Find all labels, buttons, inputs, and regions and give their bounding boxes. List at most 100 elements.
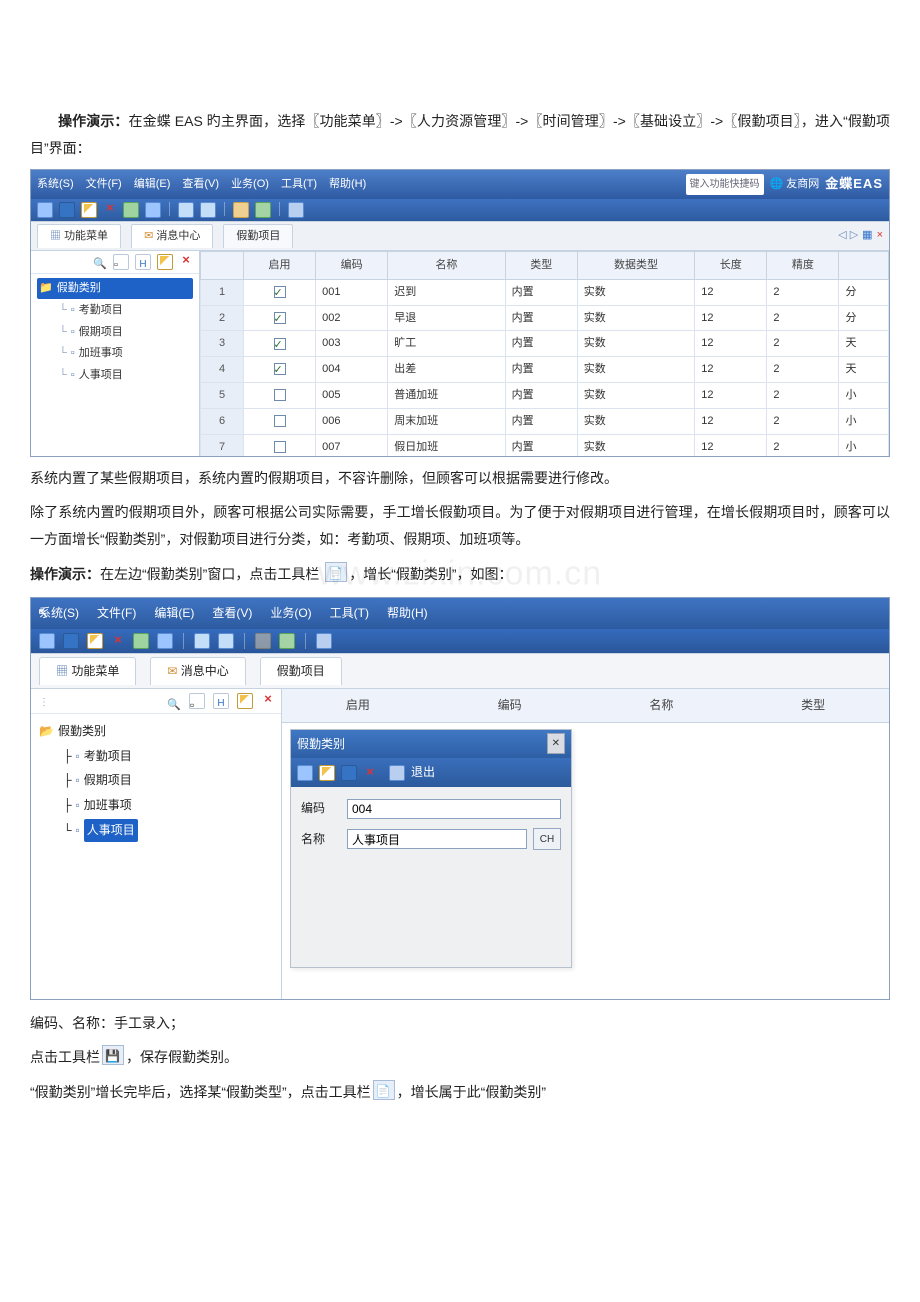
close-icon[interactable]: ✕ bbox=[547, 733, 565, 754]
table-row[interactable]: 4004出差内置实数122天 bbox=[201, 357, 889, 383]
table-row[interactable]: 6006周末加班内置实数122小 bbox=[201, 409, 889, 435]
dlg-exit-icon[interactable] bbox=[389, 765, 405, 781]
enable-checkbox[interactable] bbox=[274, 363, 286, 375]
table-row[interactable]: 5005普通加班内置实数122小 bbox=[201, 383, 889, 409]
tb2-a[interactable] bbox=[157, 633, 173, 649]
t2-h[interactable]: H bbox=[213, 693, 229, 709]
tab-func[interactable]: ▦ 功能菜单 bbox=[37, 224, 121, 248]
rcol-3[interactable]: 类型 bbox=[737, 694, 889, 717]
menu-help[interactable]: 帮助(H) bbox=[329, 174, 366, 195]
dlg-exit-label[interactable]: 退出 bbox=[411, 761, 435, 784]
col-2[interactable]: 名称 bbox=[388, 251, 505, 279]
tree-item-0[interactable]: └▫考勤项目 bbox=[37, 300, 193, 321]
name-field[interactable] bbox=[347, 829, 527, 849]
btn-b[interactable] bbox=[178, 202, 194, 218]
tab2-func[interactable]: ▦ 功能菜单 bbox=[39, 657, 136, 685]
refresh-icon[interactable] bbox=[123, 202, 139, 218]
tb2-b[interactable] bbox=[194, 633, 210, 649]
tree-new[interactable]: ▫ bbox=[113, 254, 129, 270]
search-icon[interactable] bbox=[93, 254, 107, 268]
rcol-0[interactable]: 启用 bbox=[282, 694, 434, 717]
portal-icon[interactable]: 🌐 友商网 bbox=[770, 174, 820, 195]
menu-system[interactable]: 系统(S) bbox=[37, 174, 74, 195]
delete-icon[interactable]: × bbox=[103, 202, 117, 216]
tb2-del[interactable]: × bbox=[111, 634, 125, 648]
tb2-d[interactable] bbox=[255, 633, 271, 649]
tb2-edit[interactable] bbox=[87, 633, 103, 649]
tb2-c[interactable] bbox=[218, 633, 234, 649]
m2-1[interactable]: 文件(F) bbox=[97, 602, 136, 625]
col-6[interactable]: 精度 bbox=[767, 251, 839, 279]
col-3[interactable]: 类型 bbox=[505, 251, 577, 279]
tree-root[interactable]: 📁假勤类别 bbox=[37, 278, 193, 299]
tb2-e[interactable] bbox=[279, 633, 295, 649]
tab2-msg[interactable]: ✉ 消息中心 bbox=[150, 657, 245, 685]
tree-item-2[interactable]: └▫加班事项 bbox=[37, 343, 193, 364]
menu-file[interactable]: 文件(F) bbox=[86, 174, 122, 195]
dlg-save[interactable] bbox=[341, 765, 357, 781]
tb2-exit[interactable] bbox=[316, 633, 332, 649]
col-1[interactable]: 编码 bbox=[316, 251, 388, 279]
enable-checkbox[interactable] bbox=[274, 312, 286, 324]
t2-del[interactable]: × bbox=[261, 693, 275, 707]
col-5[interactable]: 长度 bbox=[695, 251, 767, 279]
btn-d[interactable] bbox=[233, 202, 249, 218]
table-row[interactable]: 2002早退内置实数122分 bbox=[201, 305, 889, 331]
tb2-new[interactable] bbox=[39, 633, 55, 649]
m2-4[interactable]: 业务(O) bbox=[270, 602, 311, 625]
table-row[interactable]: 3003旷工内置实数122天 bbox=[201, 331, 889, 357]
table-row[interactable]: 1001迟到内置实数122分 bbox=[201, 279, 889, 305]
dlg-edit[interactable] bbox=[319, 765, 335, 781]
col-0[interactable]: 启用 bbox=[244, 251, 316, 279]
edit-icon[interactable] bbox=[81, 202, 97, 218]
tree2-3[interactable]: └▫人事项目 bbox=[39, 819, 273, 842]
tree-h[interactable]: H bbox=[135, 254, 151, 270]
menu-view[interactable]: 查看(V) bbox=[182, 174, 219, 195]
rcol-2[interactable]: 名称 bbox=[586, 694, 738, 717]
tb2-save[interactable] bbox=[63, 633, 79, 649]
btn-c[interactable] bbox=[200, 202, 216, 218]
menu-biz[interactable]: 业务(O) bbox=[231, 174, 269, 195]
dlg-del[interactable]: × bbox=[363, 766, 377, 780]
enable-checkbox[interactable] bbox=[274, 389, 286, 401]
tree2-root[interactable]: 📂假勤类别 bbox=[39, 720, 273, 743]
t2-search[interactable] bbox=[167, 693, 181, 707]
dlg-new[interactable] bbox=[297, 765, 313, 781]
tree2-0[interactable]: ├▫考勤项目 bbox=[39, 745, 273, 768]
tree-item-3[interactable]: └▫人事项目 bbox=[37, 365, 193, 386]
m2-2[interactable]: 编辑(E) bbox=[154, 602, 194, 625]
enable-checkbox[interactable] bbox=[274, 286, 286, 298]
tree-del-icon[interactable]: × bbox=[179, 254, 193, 268]
enable-checkbox[interactable] bbox=[274, 415, 286, 427]
tab-controls[interactable]: ◁ ▷ ▦ × bbox=[838, 225, 883, 246]
tree-edit-icon[interactable] bbox=[157, 254, 173, 270]
tab2-cur[interactable]: 假勤项目 bbox=[260, 657, 342, 685]
tab-current[interactable]: 假勤项目 bbox=[223, 224, 293, 248]
enable-checkbox[interactable] bbox=[274, 441, 286, 453]
btn-e[interactable] bbox=[255, 202, 271, 218]
tb2-ref[interactable] bbox=[133, 633, 149, 649]
tab-msg[interactable]: ✉ 消息中心 bbox=[131, 224, 213, 248]
m2-6[interactable]: 帮助(H) bbox=[387, 602, 428, 625]
rcol-1[interactable]: 编码 bbox=[434, 694, 586, 717]
t2-dots[interactable]: ⋮ bbox=[37, 693, 51, 707]
lang-button[interactable]: CH bbox=[533, 828, 561, 850]
tree2-1[interactable]: ├▫假期项目 bbox=[39, 769, 273, 792]
btn-a[interactable] bbox=[145, 202, 161, 218]
tree2-2[interactable]: ├▫加班事项 bbox=[39, 794, 273, 817]
t2-new[interactable]: ▫ bbox=[189, 693, 205, 709]
m2-5[interactable]: 工具(T) bbox=[330, 602, 369, 625]
table-row[interactable]: 7007假日加班内置实数122小 bbox=[201, 435, 889, 456]
code-field[interactable] bbox=[347, 799, 561, 819]
m2-3[interactable]: 查看(V) bbox=[212, 602, 252, 625]
menu-tool[interactable]: 工具(T) bbox=[281, 174, 317, 195]
t2-edit[interactable] bbox=[237, 693, 253, 709]
tree-item-1[interactable]: └▫假期项目 bbox=[37, 322, 193, 343]
enable-checkbox[interactable] bbox=[274, 338, 286, 350]
save-icon[interactable] bbox=[59, 202, 75, 218]
col-7[interactable] bbox=[839, 251, 889, 279]
exit-icon[interactable] bbox=[288, 202, 304, 218]
new-icon[interactable] bbox=[37, 202, 53, 218]
quick-search[interactable]: 键入功能快捷码 bbox=[686, 174, 764, 195]
col-4[interactable]: 数据类型 bbox=[577, 251, 694, 279]
